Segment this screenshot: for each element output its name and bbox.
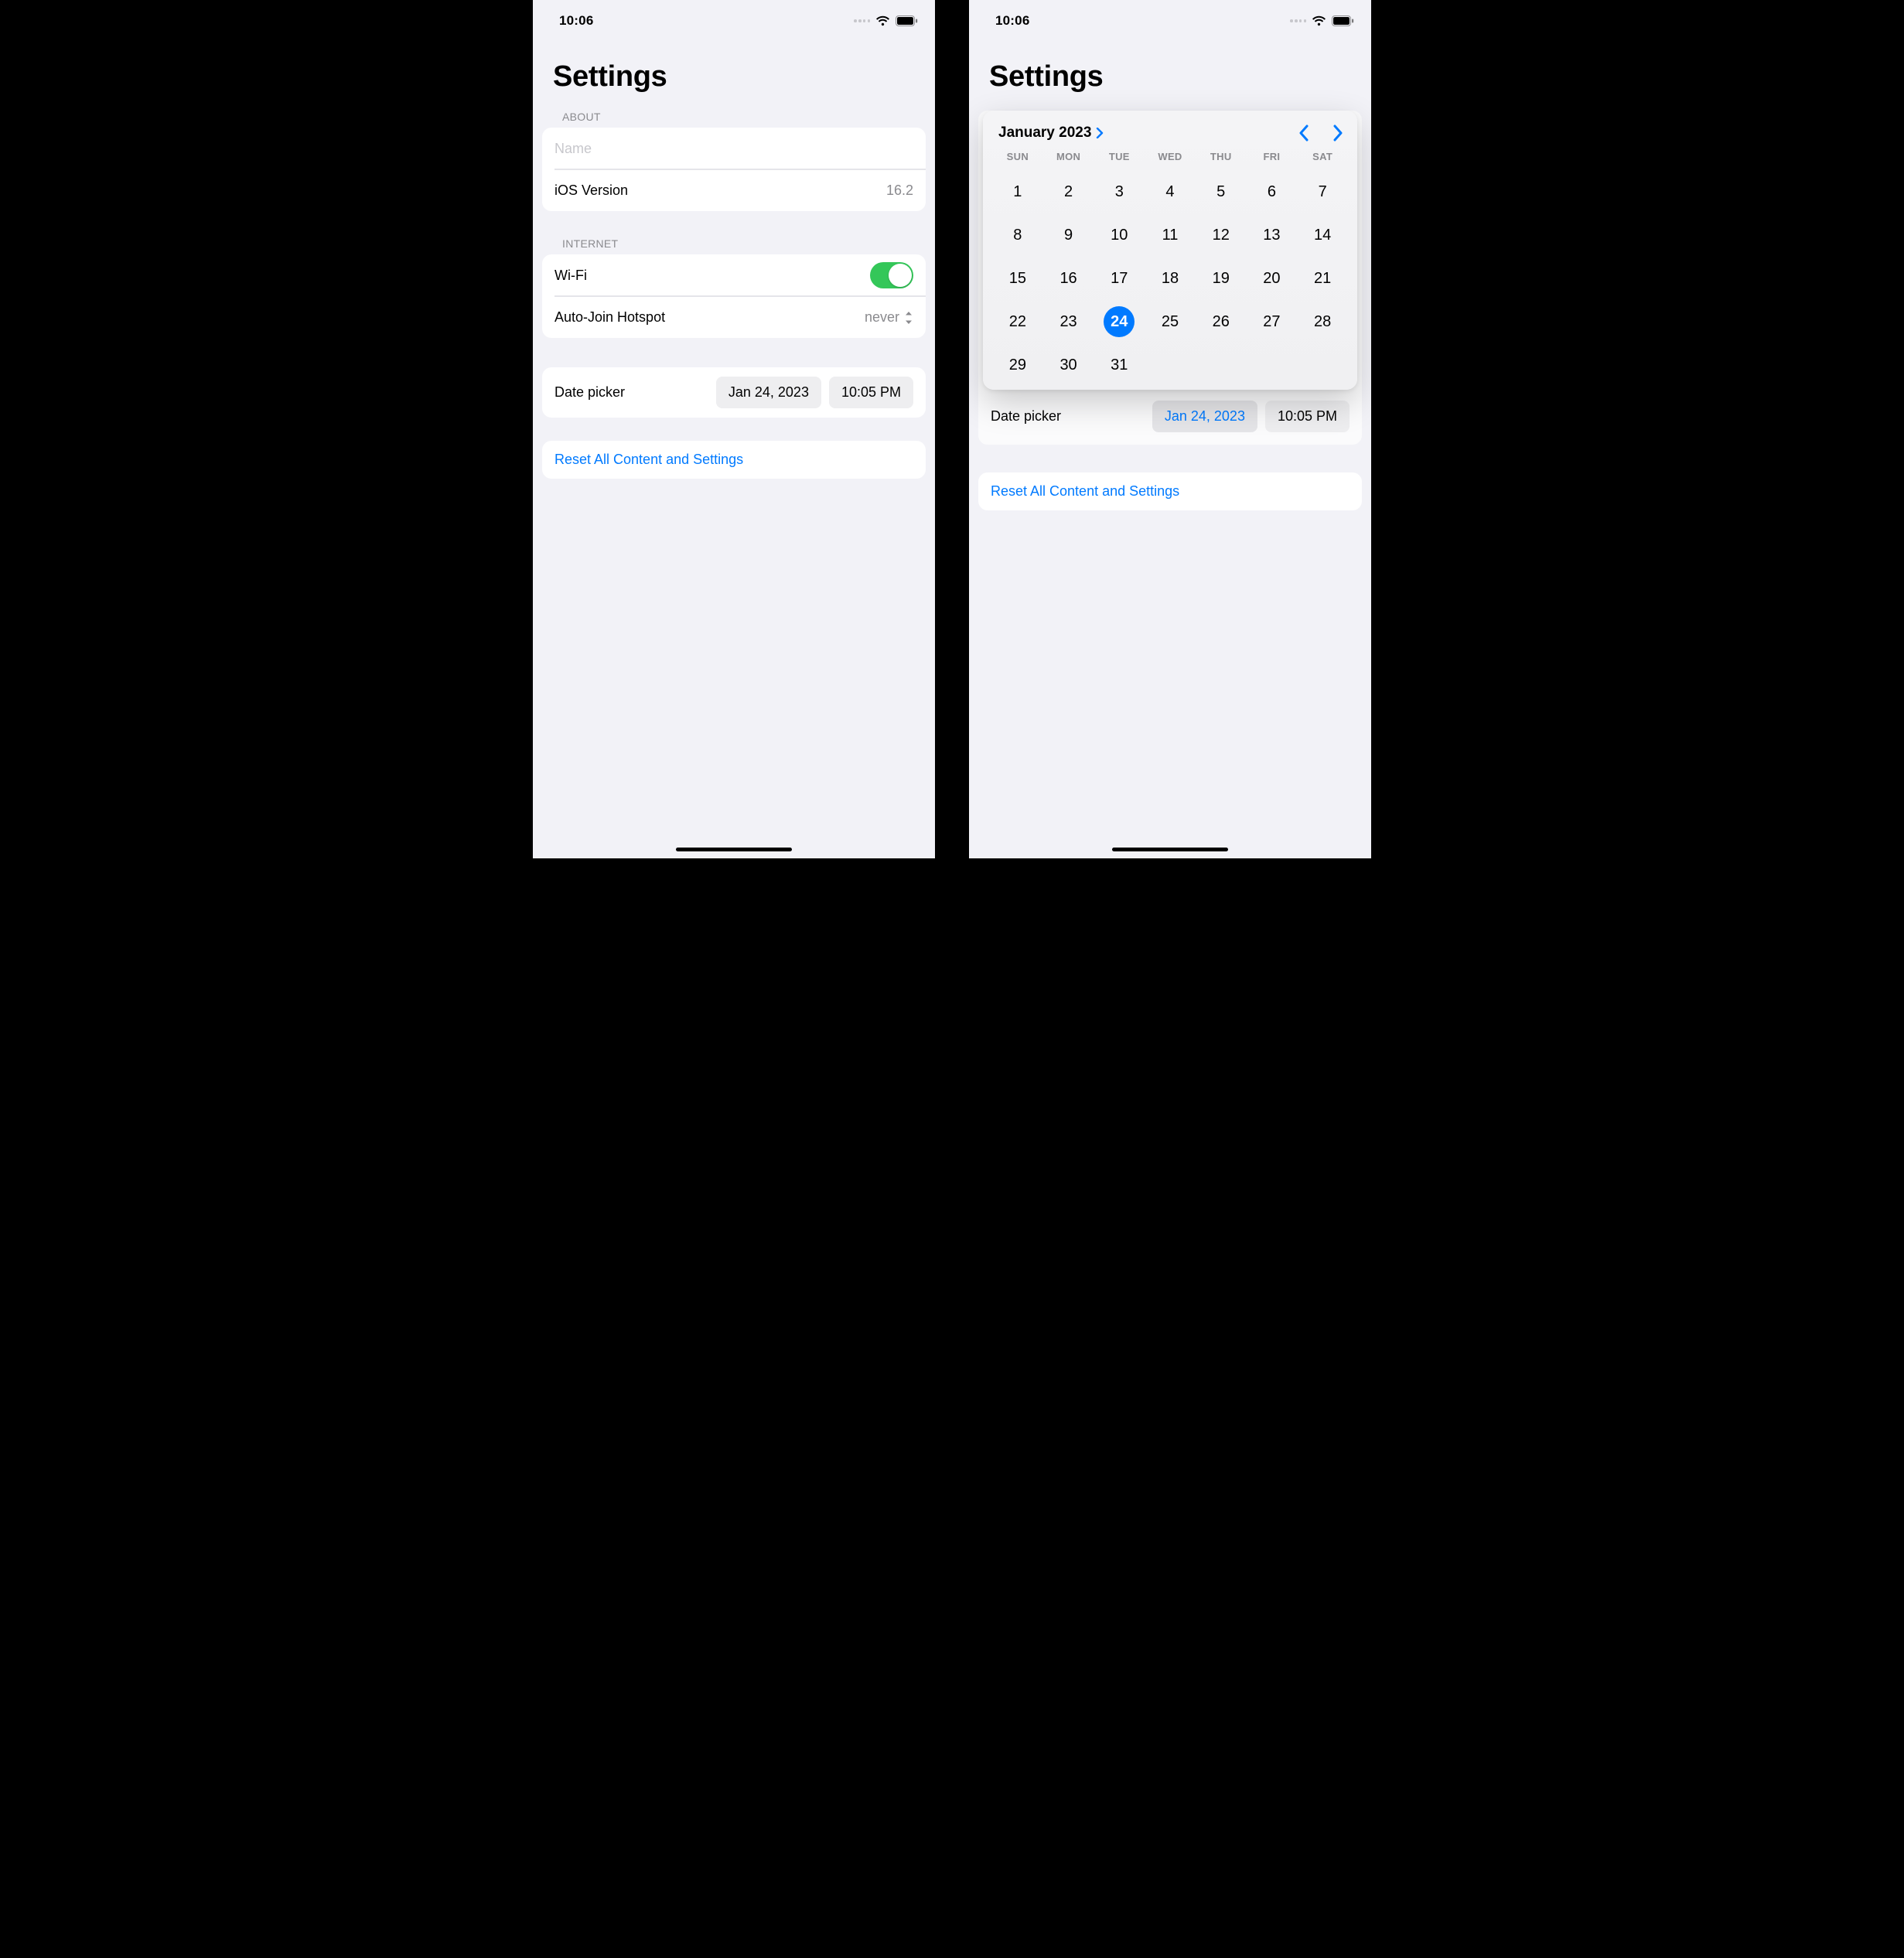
calendar-day[interactable]: 24	[1094, 305, 1145, 339]
section-header-about: ABOUT	[562, 111, 926, 123]
calendar-next-button[interactable]	[1332, 125, 1343, 142]
calendar-day[interactable]: 18	[1145, 261, 1196, 295]
date-chip[interactable]: Jan 24, 2023	[1152, 401, 1257, 432]
time-chip[interactable]: 10:05 PM	[1265, 401, 1350, 432]
name-field[interactable]	[554, 141, 913, 157]
calendar-month-button[interactable]: January 2023	[998, 125, 1104, 142]
calendar-day[interactable]: 30	[1043, 348, 1094, 382]
calendar-day[interactable]: 20	[1247, 261, 1298, 295]
calendar-day[interactable]: 16	[1043, 261, 1094, 295]
calendar-day[interactable]: 29	[992, 348, 1043, 382]
calendar-day[interactable]: 15	[992, 261, 1043, 295]
date-picker-label: Date picker	[991, 408, 1061, 425]
calendar-day[interactable]: 23	[1043, 305, 1094, 339]
calendar-day[interactable]: 3	[1094, 175, 1145, 209]
calendar-day[interactable]: 4	[1145, 175, 1196, 209]
hotspot-label: Auto-Join Hotspot	[554, 309, 665, 326]
calendar-day[interactable]: 11	[1145, 218, 1196, 252]
internet-card: Wi-Fi Auto-Join Hotspot never	[542, 254, 926, 338]
calendar-day[interactable]: 28	[1297, 305, 1348, 339]
date-picker-row: Date picker Jan 24, 2023 10:05 PM	[542, 367, 926, 418]
hotspot-value: never	[865, 309, 899, 326]
calendar-day[interactable]: 2	[1043, 175, 1094, 209]
calendar-prev-button[interactable]	[1298, 125, 1309, 142]
calendar-dow: SUN	[992, 151, 1043, 165]
chevron-up-down-icon	[904, 311, 913, 325]
section-header-internet: INTERNET	[562, 237, 926, 250]
right-screenshot: 10:06 Settings January 202	[969, 0, 1371, 858]
calendar-day[interactable]: 31	[1094, 348, 1145, 382]
status-bar: 10:06	[533, 0, 935, 37]
calendar-day[interactable]: 22	[992, 305, 1043, 339]
home-indicator[interactable]	[1112, 848, 1228, 852]
hotspot-picker[interactable]: never	[865, 309, 913, 326]
time-chip[interactable]: 10:05 PM	[829, 377, 913, 408]
status-bar: 10:06	[969, 0, 1371, 37]
calendar-day[interactable]: 5	[1196, 175, 1247, 209]
date-chip[interactable]: Jan 24, 2023	[716, 377, 821, 408]
cellular-dots-icon	[854, 19, 870, 22]
wifi-toggle[interactable]	[870, 262, 913, 288]
calendar-dow: WED	[1145, 151, 1196, 165]
about-card: iOS Version 16.2	[542, 128, 926, 211]
reset-button[interactable]: Reset All Content and Settings	[542, 441, 926, 479]
chevron-right-icon	[1332, 125, 1343, 142]
calendar-day[interactable]: 9	[1043, 218, 1094, 252]
calendar-day[interactable]: 8	[992, 218, 1043, 252]
calendar-day[interactable]: 12	[1196, 218, 1247, 252]
chevron-left-icon	[1298, 125, 1309, 142]
page-title: Settings	[989, 60, 1351, 94]
home-indicator[interactable]	[676, 848, 792, 852]
calendar-popover: January 2023	[983, 111, 1357, 390]
calendar-day[interactable]: 14	[1297, 218, 1348, 252]
battery-icon	[1332, 15, 1354, 26]
calendar-dow: FRI	[1247, 151, 1298, 165]
wifi-label: Wi-Fi	[554, 268, 587, 284]
wifi-icon	[875, 15, 890, 26]
ios-version-value: 16.2	[886, 182, 913, 199]
ios-version-label: iOS Version	[554, 182, 628, 199]
calendar-day[interactable]: 17	[1094, 261, 1145, 295]
calendar-dow: MON	[1043, 151, 1094, 165]
battery-icon	[896, 15, 918, 26]
page-title: Settings	[553, 60, 915, 94]
calendar-dow: THU	[1196, 151, 1247, 165]
calendar-grid: SUNMONTUEWEDTHUFRISAT1234567891011121314…	[992, 151, 1348, 382]
date-picker-label: Date picker	[554, 384, 625, 401]
calendar-day[interactable]: 1	[992, 175, 1043, 209]
date-picker-block: January 2023	[978, 111, 1362, 445]
calendar-day[interactable]: 13	[1247, 218, 1298, 252]
wifi-icon	[1312, 15, 1326, 26]
cellular-dots-icon	[1290, 19, 1306, 22]
calendar-day[interactable]: 26	[1196, 305, 1247, 339]
calendar-day[interactable]: 7	[1297, 175, 1348, 209]
calendar-day[interactable]: 25	[1145, 305, 1196, 339]
calendar-day[interactable]: 27	[1247, 305, 1298, 339]
left-screenshot: 10:06 Settings ABOUT	[533, 0, 935, 858]
reset-button[interactable]: Reset All Content and Settings	[978, 472, 1362, 510]
calendar-dow: TUE	[1094, 151, 1145, 165]
status-time: 10:06	[559, 13, 593, 29]
calendar-day[interactable]: 10	[1094, 218, 1145, 252]
calendar-dow: SAT	[1297, 151, 1348, 165]
calendar-day[interactable]: 6	[1247, 175, 1298, 209]
calendar-day[interactable]: 21	[1297, 261, 1348, 295]
chevron-right-icon	[1096, 128, 1104, 138]
status-time: 10:06	[995, 13, 1029, 29]
calendar-day[interactable]: 19	[1196, 261, 1247, 295]
